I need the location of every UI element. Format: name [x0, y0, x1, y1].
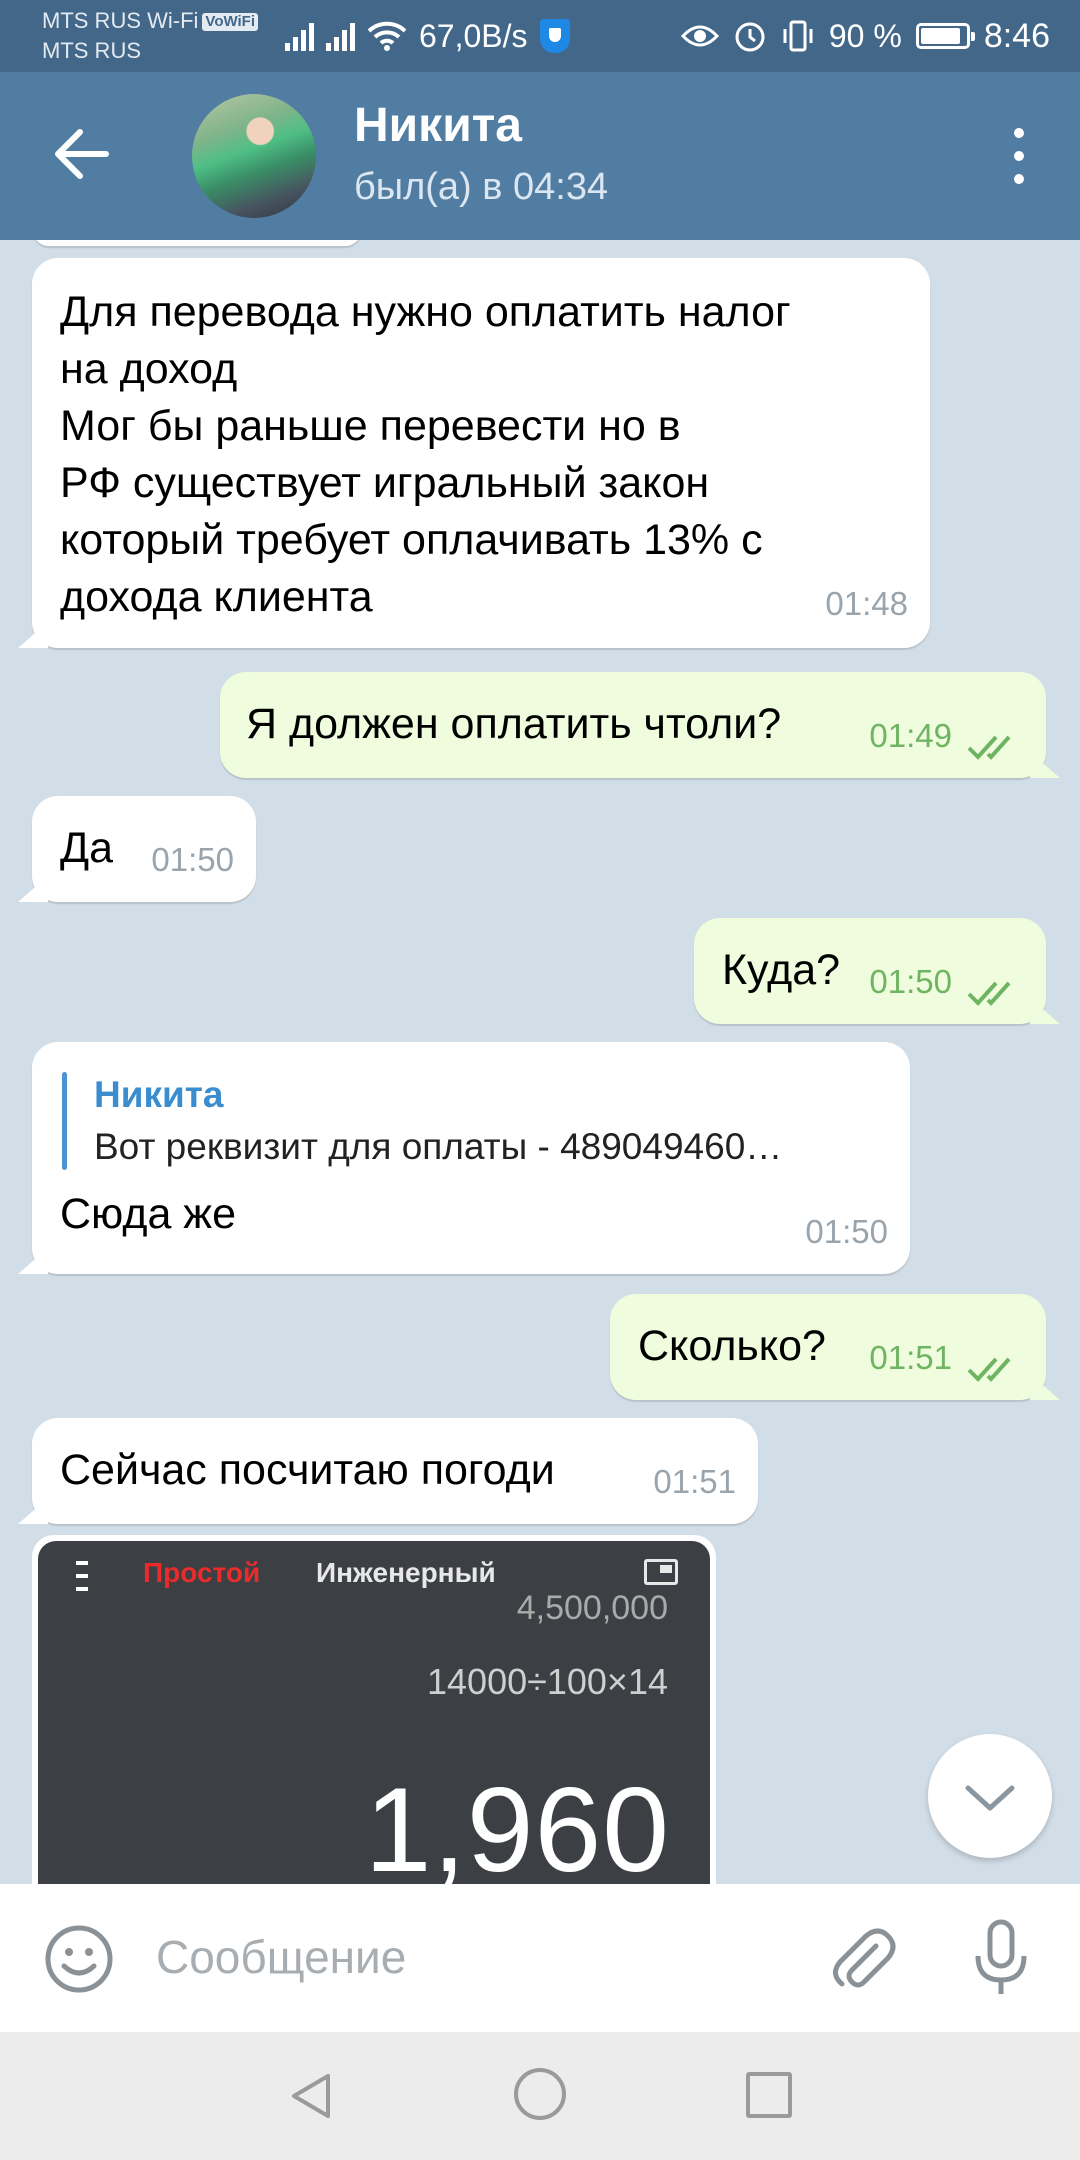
alarm-icon [735, 22, 765, 52]
message-text: Сюда же [60, 1190, 236, 1238]
vowifi-badge: VoWiFi [202, 13, 258, 31]
more-menu-icon[interactable] [1014, 128, 1024, 184]
message-input[interactable]: Сообщение [156, 1930, 406, 1984]
message-time: 01:50 [805, 1213, 888, 1250]
calc-expression: 14000÷100×14 [427, 1661, 668, 1702]
message-time: 01:49 [869, 717, 952, 754]
nav-recents-icon[interactable] [746, 2072, 792, 2118]
window-icon [644, 1559, 678, 1585]
message-text: Да [60, 824, 114, 872]
read-checkmarks-icon [967, 981, 1011, 1006]
scroll-to-bottom-button[interactable] [928, 1734, 1052, 1858]
message-input-bar: Сообщение [0, 1884, 1080, 2032]
carrier-wifi-label: MTS RUS Wi-Fi [42, 8, 199, 33]
calc-tab-engineering: Инженерный [316, 1557, 496, 1588]
read-checkmarks-icon [967, 735, 1011, 760]
message-bubble-reply[interactable]: Никита Вот реквизит для оплаты - 4890494… [18, 1042, 910, 1274]
message-text: Я должен оплатить чтоли? [246, 700, 782, 748]
nav-back-icon[interactable] [284, 2070, 336, 2122]
status-bar: MTS RUS Wi-Fi VoWiFi MTS RUS 67,0B/s 90 %… [0, 0, 1080, 72]
calc-tab-simple: Простой [143, 1557, 261, 1588]
calc-previous-value: 4,500,000 [516, 1589, 668, 1627]
message-text: Сейчас посчитаю погоди [60, 1446, 555, 1494]
vibrate-icon [783, 20, 813, 52]
message-time: 01:51 [653, 1463, 736, 1500]
network-icons: 67,0B/s [285, 0, 570, 72]
message-text: Сколько? [638, 1322, 826, 1370]
reply-author[interactable]: Никита [94, 1066, 223, 1123]
nav-home-icon[interactable] [514, 2068, 566, 2120]
signal-icon [285, 21, 314, 51]
microphone-icon[interactable] [966, 1918, 1036, 1998]
message-text: Куда? [722, 946, 841, 994]
emoji-icon[interactable] [44, 1924, 114, 1994]
wifi-icon [367, 21, 407, 51]
message-text: Для перевода нужно оплатить налог на дох… [60, 288, 791, 621]
message-time: 01:51 [869, 1339, 952, 1376]
status-right: 90 % 8:46 [680, 0, 1050, 72]
last-seen-status: был(а) в 04:34 [354, 166, 609, 208]
message-bubble-incoming[interactable]: Сейчас посчитаю погоди 01:51 [18, 1418, 758, 1524]
eye-icon [680, 25, 719, 47]
read-checkmarks-icon [967, 1357, 1011, 1382]
photo-message[interactable]: Простой Инженерный 4,500,000 14000÷100×1… [32, 1535, 716, 1884]
attach-icon[interactable] [826, 1922, 898, 1994]
clock: 8:46 [983, 16, 1050, 55]
chat-area[interactable]: Для перевода нужно оплатить налог на дох… [0, 240, 1080, 1884]
message-bubble-outgoing[interactable]: Сколько? 01:51 [610, 1294, 1060, 1400]
message-time: 01:48 [825, 585, 908, 622]
reply-quote-bar [62, 1072, 67, 1170]
battery-icon [915, 23, 975, 49]
chat-header: Никита был(а) в 04:34 [0, 72, 1080, 240]
message-bubble-incoming[interactable]: Для перевода нужно оплатить налог на дох… [18, 258, 930, 648]
hamburger-icon [76, 1561, 88, 1591]
message-time: 01:50 [151, 841, 234, 878]
contact-name[interactable]: Никита [354, 98, 522, 153]
message-bubble-outgoing[interactable]: Я должен оплатить чтоли? 01:49 [220, 672, 1060, 778]
carrier-info: MTS RUS Wi-Fi VoWiFi MTS RUS [42, 6, 258, 66]
carrier-label: MTS RUS [42, 38, 141, 63]
message-bubble-previous [32, 240, 362, 246]
calculator-screenshot: Простой Инженерный 4,500,000 14000÷100×1… [38, 1541, 710, 1884]
reply-preview-text[interactable]: Вот реквизит для оплаты - 489049460… [94, 1118, 884, 1175]
net-speed: 67,0B/s [419, 17, 528, 54]
avatar[interactable] [192, 94, 316, 218]
message-bubble-incoming[interactable]: Да 01:50 [18, 796, 256, 902]
battery-percent: 90 % [828, 17, 902, 54]
signal-icon-2 [326, 21, 355, 51]
system-nav-bar [0, 2032, 1080, 2160]
chevron-down-icon [965, 1785, 1015, 1811]
message-time: 01:50 [869, 963, 952, 1000]
message-bubble-outgoing[interactable]: Куда? 01:50 [694, 918, 1060, 1024]
back-arrow-icon[interactable] [52, 124, 112, 184]
shield-icon [539, 19, 570, 53]
calc-result: 1,960 [364, 1763, 670, 1884]
